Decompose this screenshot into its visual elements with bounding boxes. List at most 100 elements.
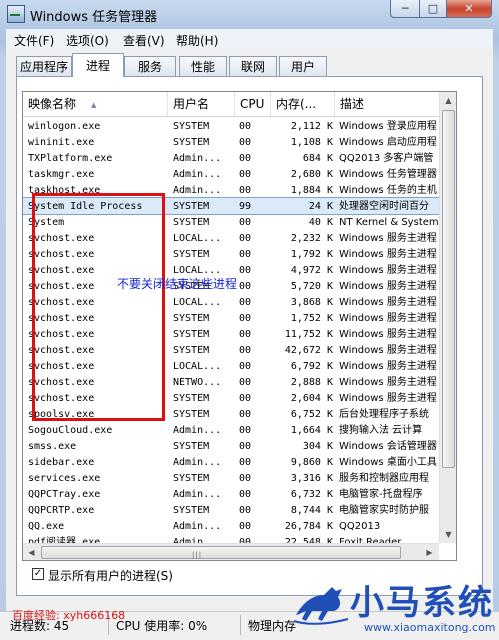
process-description: 服务和控制器应用程 — [339, 473, 429, 484]
process-user: Admin... — [173, 425, 222, 436]
process-description: 搜狗输入法 云计算 — [339, 425, 423, 436]
process-row[interactable]: QQPCRTP.exe SYSTEM 00 8,744 K 电脑管家实时防护服 — [23, 502, 439, 518]
sort-arrow-icon: ▲ — [91, 101, 97, 109]
process-description: QQ2013 — [339, 521, 381, 532]
process-image-name: wininit.exe — [28, 137, 95, 148]
process-cpu: 00 — [239, 377, 252, 388]
process-row[interactable]: System SYSTEM 00 40 K NT Kernel & System — [23, 214, 439, 230]
process-row[interactable]: svchost.exe SYSTEM 00 2,604 K Windows 服务主进程 — [23, 390, 439, 406]
grip-icon: ||| — [192, 551, 203, 559]
close-button[interactable]: ✕ — [446, 0, 492, 18]
process-row[interactable]: svchost.exe SYSTEM 00 1,792 K Windows 服务主进程 — [23, 246, 439, 262]
process-image-name: taskhost.exe — [28, 185, 101, 196]
process-user: SYSTEM — [173, 329, 210, 340]
process-user: SYSTEM — [173, 217, 210, 228]
process-user: Admin... — [173, 457, 222, 468]
tab-processes[interactable]: 进程 — [72, 53, 124, 77]
menu-options[interactable]: 选项(O) — [66, 32, 109, 49]
tab-performance[interactable]: 性能 — [179, 56, 227, 76]
process-image-name: services.exe — [28, 473, 101, 484]
maximize-button[interactable]: □ — [419, 0, 447, 18]
process-image-name: System Idle Process — [28, 201, 143, 212]
process-memory: 2,112 K — [290, 121, 333, 132]
vertical-scrollbar[interactable]: ▲ ▼ — [439, 92, 456, 543]
process-description: QQ2013 多客户端管 — [339, 153, 434, 164]
baidu-watermark: 百度经验: xyh666168 — [12, 609, 126, 622]
process-description: Windows 登录应用程 — [339, 121, 437, 132]
process-row[interactable]: sidebar.exe Admin... 00 9,860 K Windows 桌面小工… — [23, 454, 439, 470]
process-row[interactable]: svchost.exe SYSTEM 00 42,672 K Windows 服务主进程 — [23, 342, 439, 358]
process-user: Admin... — [173, 153, 222, 164]
process-row[interactable]: taskhost.exe Admin... 00 1,884 K Windows 任务的… — [23, 182, 439, 198]
process-memory: 1,108 K — [290, 137, 333, 148]
show-all-users-checkbox[interactable]: ✓ — [32, 568, 44, 580]
column-image-name-label: 映像名称 — [28, 97, 77, 111]
process-memory: 304 K — [302, 441, 333, 452]
process-row[interactable]: TXPlatform.exe Admin... 00 684 K QQ2013 多客户端… — [23, 150, 439, 166]
process-image-name: QQ.exe — [28, 521, 65, 532]
process-row[interactable]: svchost.exe LOCAL... 00 2,232 K Windows 服务主进… — [23, 230, 439, 246]
tab-services[interactable]: 服务 — [124, 56, 176, 76]
tab-networking[interactable]: 联网 — [229, 56, 277, 76]
process-cpu: 00 — [239, 345, 252, 356]
menu-help[interactable]: 帮助(H) — [176, 32, 218, 49]
process-cpu: 00 — [239, 409, 252, 420]
process-cpu: 00 — [239, 265, 252, 276]
process-cpu: 00 — [239, 505, 252, 516]
process-row[interactable]: svchost.exe LOCAL... 00 6,792 K Windows 服务主进… — [23, 358, 439, 374]
title-bar[interactable]: Windows 任务管理器 ─ □ ✕ — [0, 0, 499, 28]
process-cpu: 00 — [239, 313, 252, 324]
process-description: Windows 服务主进程 — [339, 329, 437, 340]
process-row[interactable]: svchost.exe LOCAL... 00 3,868 K Windows 服务主进… — [23, 294, 439, 310]
process-memory: 2,232 K — [290, 233, 333, 244]
process-row[interactable]: svchost.exe NETWO... 00 2,888 K Windows 服务主进… — [23, 374, 439, 390]
process-row[interactable]: svchost.exe SYSTEM 00 11,752 K Windows 服务主进程 — [23, 326, 439, 342]
menu-file[interactable]: 文件(F) — [14, 32, 54, 49]
process-list[interactable]: 映像名称 ▲ 用户名 CPU 内存(... 描述 winlogon.exe SYS… — [22, 91, 457, 561]
status-separator — [240, 615, 241, 635]
horizontal-scroll-thumb[interactable]: ||| — [41, 546, 401, 559]
process-cpu: 00 — [239, 473, 252, 484]
process-row[interactable]: winlogon.exe SYSTEM 00 2,112 K Windows 登录应用程 — [23, 118, 439, 134]
vertical-scroll-thumb[interactable] — [442, 110, 455, 468]
menu-view[interactable]: 查看(V) — [123, 32, 165, 49]
process-row[interactable]: spoolsv.exe SYSTEM 00 6,752 K 后台处理程序子系统 — [23, 406, 439, 422]
process-memory: 42,672 K — [284, 345, 333, 356]
process-user: Admin... — [173, 521, 222, 532]
process-image-name: svchost.exe — [28, 361, 95, 372]
process-memory: 4,972 K — [290, 265, 333, 276]
scroll-right-icon[interactable]: ▶ — [421, 544, 438, 560]
column-memory[interactable]: 内存(... — [271, 92, 335, 116]
process-cpu: 00 — [239, 217, 252, 228]
client-area: 应用程序 进程 服务 性能 联网 用户 映像名称 ▲ 用户名 CPU 内存(..… — [6, 49, 493, 629]
process-row[interactable]: taskmgr.exe Admin... 00 2,680 K Windows 任务管理… — [23, 166, 439, 182]
process-row[interactable]: QQPCTray.exe Admin... 00 6,732 K 电脑管家-托盘程序 — [23, 486, 439, 502]
process-row[interactable]: QQ.exe Admin... 00 26,784 K QQ2013 — [23, 518, 439, 534]
process-memory: 40 K — [308, 217, 333, 228]
tab-users[interactable]: 用户 — [279, 56, 327, 76]
process-row[interactable]: services.exe SYSTEM 00 3,316 K 服务和控制器应用程 — [23, 470, 439, 486]
process-row[interactable]: svchost.exe SYSTEM 00 1,752 K Windows 服务主进程 — [23, 310, 439, 326]
scroll-left-icon[interactable]: ◀ — [23, 544, 40, 560]
column-description[interactable]: 描述 — [335, 92, 439, 116]
process-cpu: 00 — [239, 521, 252, 532]
process-row[interactable]: System Idle Process SYSTEM 99 24 K 处理器空闲时间百分 — [23, 197, 440, 215]
process-description: 电脑管家-托盘程序 — [339, 489, 423, 500]
process-memory: 3,868 K — [290, 297, 333, 308]
column-user-name[interactable]: 用户名 — [168, 92, 235, 116]
column-cpu[interactable]: CPU — [235, 92, 271, 116]
scroll-up-icon[interactable]: ▲ — [440, 92, 456, 109]
column-image-name[interactable]: 映像名称 ▲ — [23, 92, 168, 116]
process-memory: 684 K — [302, 153, 333, 164]
process-memory: 2,604 K — [290, 393, 333, 404]
horizontal-scrollbar[interactable]: ◀ ||| ▶ — [23, 543, 439, 560]
process-image-name: svchost.exe — [28, 393, 95, 404]
minimize-button[interactable]: ─ — [390, 0, 420, 18]
process-row[interactable]: wininit.exe SYSTEM 00 1,108 K Windows 启动应用程 — [23, 134, 439, 150]
process-row[interactable]: SogouCloud.exe Admin... 00 1,664 K 搜狗输入法 云计算 — [23, 422, 439, 438]
task-manager-window: Windows 任务管理器 ─ □ ✕ 文件(F) 选项(O) 查看(V) 帮助… — [0, 0, 499, 640]
scroll-down-icon[interactable]: ▼ — [440, 526, 456, 543]
process-cpu: 00 — [239, 441, 252, 452]
tab-applications[interactable]: 应用程序 — [16, 56, 72, 76]
process-row[interactable]: smss.exe SYSTEM 00 304 K Windows 会话管理器 — [23, 438, 439, 454]
